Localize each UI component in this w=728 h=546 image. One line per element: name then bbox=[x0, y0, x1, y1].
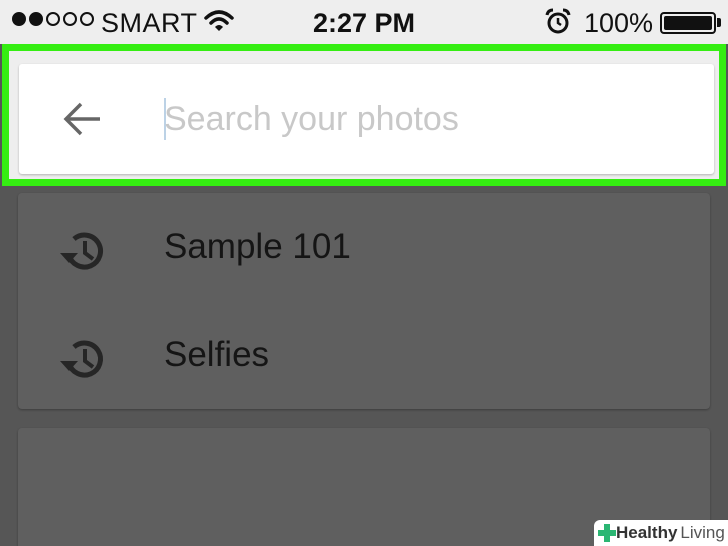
arrow-left-icon[interactable] bbox=[62, 100, 102, 138]
watermark-brand-light: Living bbox=[680, 523, 725, 542]
battery-tip bbox=[717, 18, 721, 27]
search-bar bbox=[19, 64, 714, 174]
battery-icon bbox=[660, 12, 716, 34]
recent-search-item[interactable]: Sample 101 bbox=[18, 197, 710, 297]
recent-search-label: Selfies bbox=[164, 335, 270, 374]
alarm-clock-icon bbox=[545, 8, 571, 34]
history-icon bbox=[60, 340, 103, 378]
watermark-brand-strong: Healthy bbox=[616, 523, 678, 542]
watermark-logo: Healthy Living bbox=[594, 520, 728, 546]
status-bar: SMART 2:27 PM 100% bbox=[0, 0, 728, 44]
plus-icon bbox=[598, 524, 616, 542]
search-highlight-frame bbox=[2, 44, 726, 186]
recent-searches-card: Sample 101 Selfies bbox=[18, 193, 710, 409]
recent-search-label: Sample 101 bbox=[164, 227, 351, 266]
recent-search-item[interactable]: Selfies bbox=[18, 305, 710, 405]
search-input[interactable] bbox=[164, 92, 684, 146]
battery-percent: 100% bbox=[584, 8, 654, 38]
history-icon bbox=[60, 232, 103, 270]
